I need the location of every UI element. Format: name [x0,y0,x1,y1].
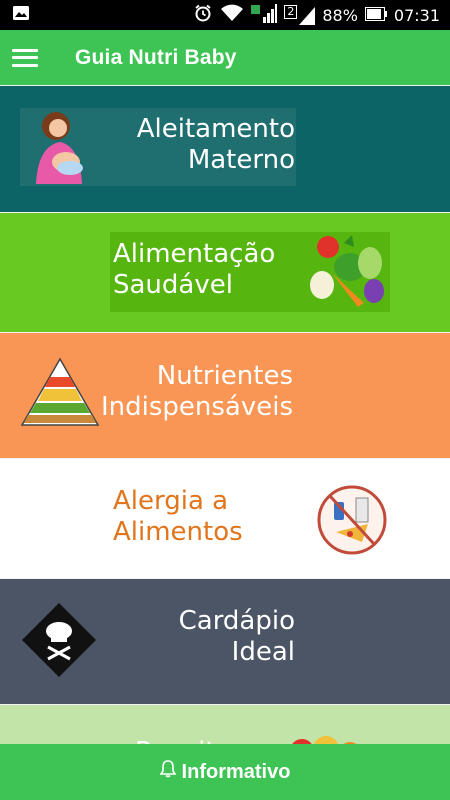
banner-title-line2: Alimentos [113,517,243,547]
banner-alimentacao-saudavel[interactable]: Alimentação Saudável [0,212,450,332]
alarm-icon [193,3,213,27]
informativo-button[interactable]: Informativo [0,744,450,800]
app-title: Guia Nutri Baby [75,45,237,69]
bell-icon [159,760,177,784]
breastfeeding-icon [26,110,96,188]
battery-icon [364,6,387,25]
banner-title-line1: Alergia a [113,486,229,516]
food-pyramid-icon [20,357,100,431]
banner-title-line1: Aleitamento [136,114,295,144]
banner-title-line2: Saudável [113,270,233,300]
banner-title-line1: Alimentação [113,239,276,269]
clock: 07:31 [393,5,440,25]
vegetables-icon [304,233,388,315]
banner-title-line1: Nutrientes [156,361,293,391]
banner-title-line1: Cardápio [178,606,295,636]
chef-hat-icon [22,603,96,681]
banner-title-line2: Ideal [231,637,295,667]
wifi-icon [220,4,244,26]
signal-sim2-icon: 2 [284,5,316,25]
informativo-label: Informativo [181,760,291,783]
gallery-notification-icon [12,5,30,25]
banner-title-line2: Indispensáveis [100,392,293,422]
food-allergy-icon [316,484,388,560]
battery-percent: 88% [322,5,358,25]
banner-title-line2: Materno [187,145,295,175]
status-bar: 2 88% 07:31 [0,0,450,30]
banner-nutrientes-indispensaveis[interactable]: Nutrientes Indispensáveis [0,332,450,458]
banner-cardapio-ideal[interactable]: Cardápio Ideal [0,578,450,704]
sim-slot-label: 2 [284,5,298,19]
app-bar: Guia Nutri Baby [0,30,450,85]
banner-alergia-alimentos[interactable]: Alergia a Alimentos [0,458,450,578]
signal-sim1-icon [251,3,278,27]
banner-aleitamento-materno[interactable]: Aleitamento Materno [0,85,450,212]
menu-icon[interactable] [12,48,38,67]
